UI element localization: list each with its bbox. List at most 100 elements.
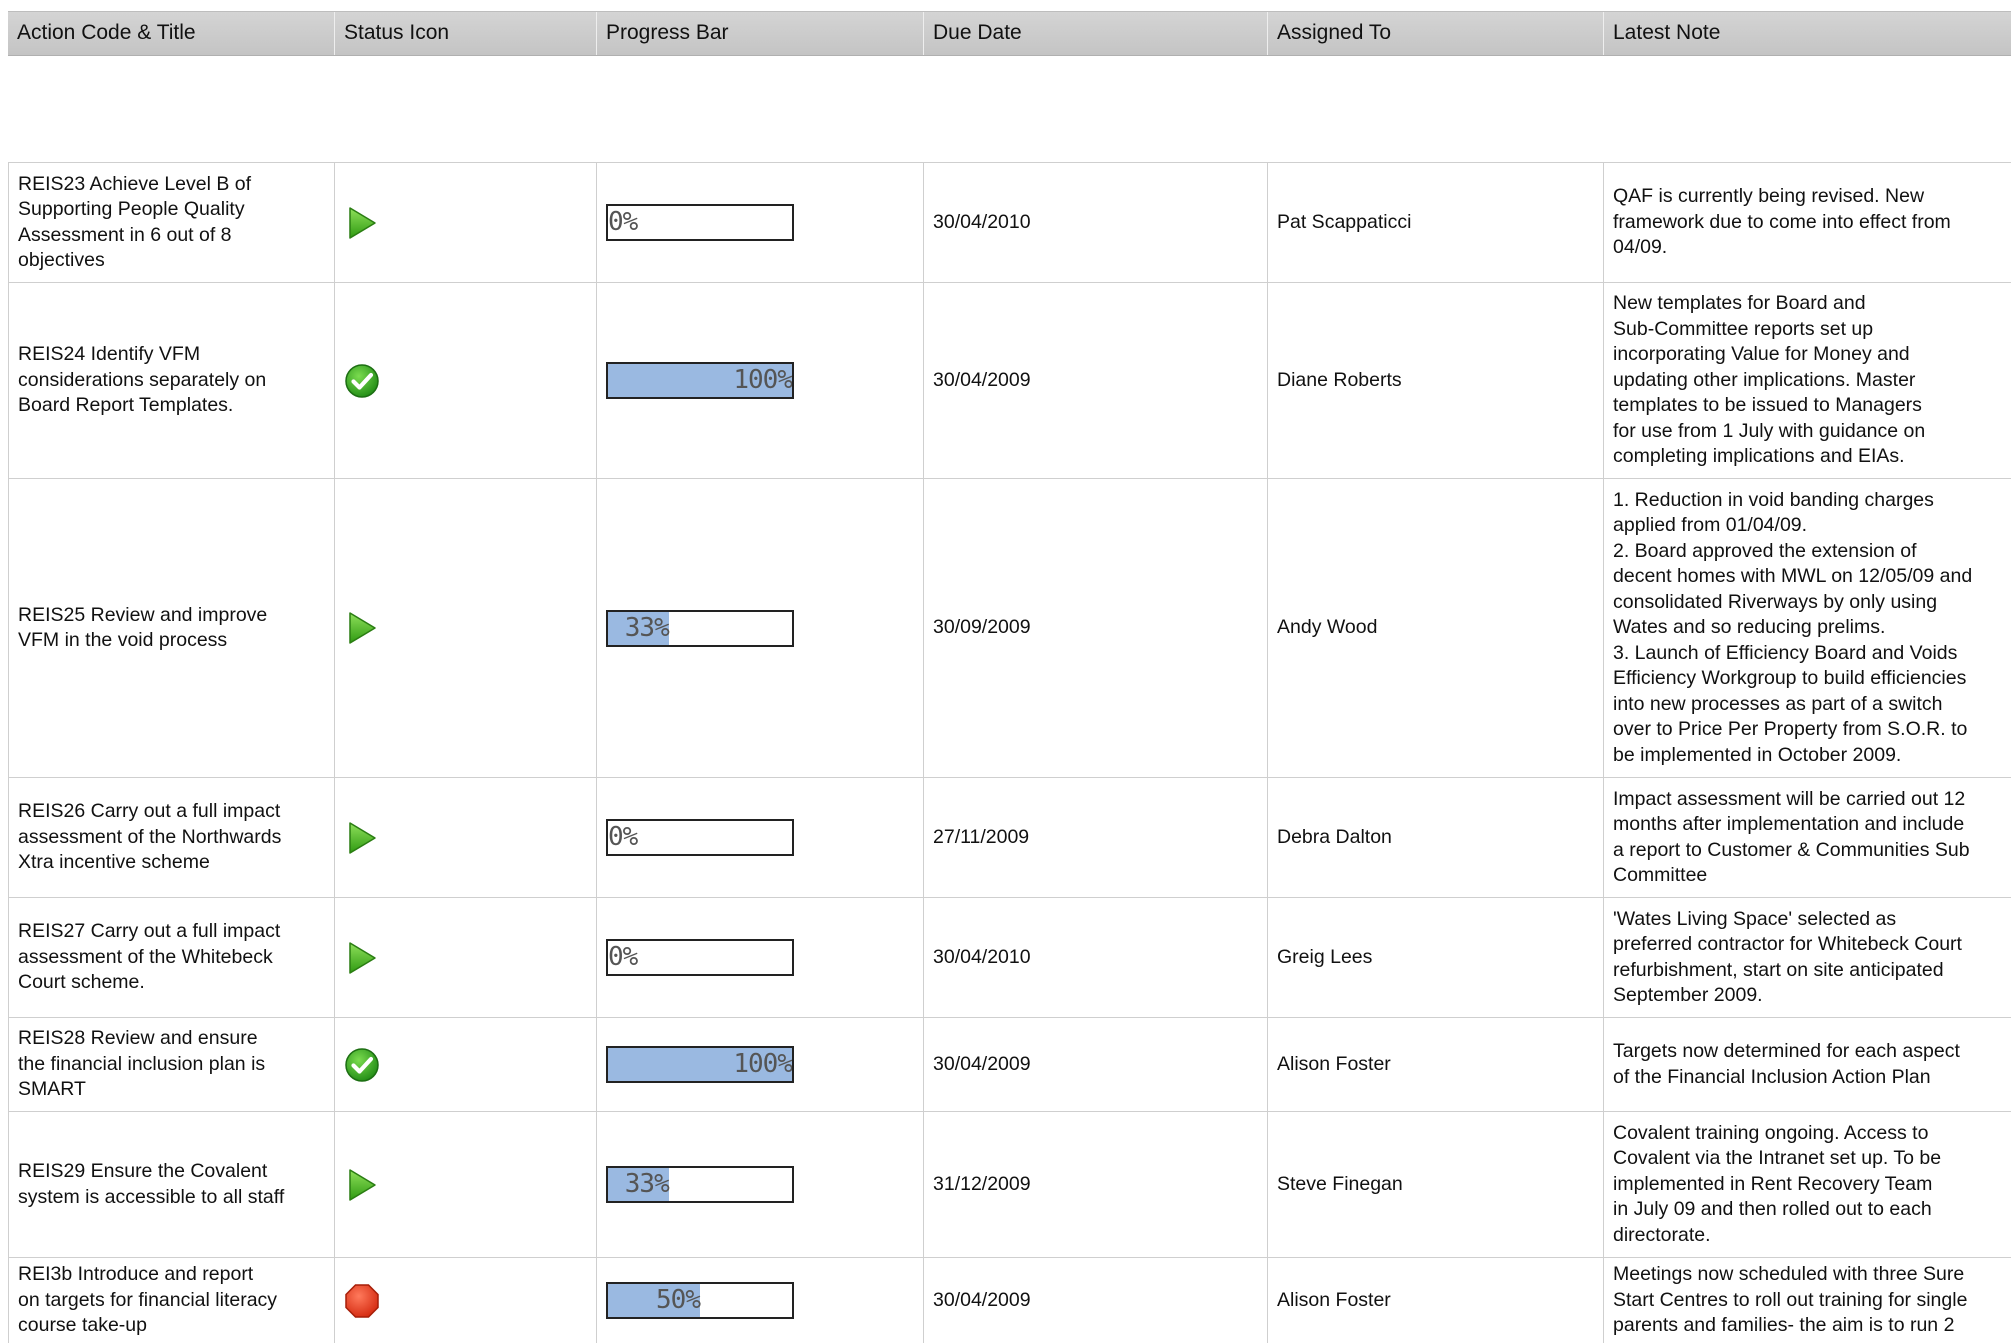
assigned-to: Pat Scappaticci [1277,210,1412,233]
progress-bar: 0% [606,819,794,856]
assigned-to: Alison Foster [1277,1052,1391,1075]
progress-label: 0% [608,207,638,237]
assigned-cell: Debra Dalton [1267,778,1603,897]
due-date-cell: 30/04/2009 [923,1258,1267,1343]
progress-cell: 50% [596,1258,923,1343]
action-plan-report: Action Code & Title Status Icon Progress… [0,0,2011,1343]
latest-note-cell: Covalent training ongoing. Access to Cov… [1603,1112,2011,1257]
column-header-note[interactable]: Latest Note [1603,12,2011,55]
due-date: 30/04/2009 [933,1052,1031,1075]
due-date-cell: 30/04/2010 [923,163,1267,282]
status-cell [334,163,596,282]
latest-note-cell: 'Wates Living Space' selected as preferr… [1603,898,2011,1017]
table-row[interactable]: REIS27 Carry out a full impact assessmen… [8,897,2011,1017]
action-title-cell: REI3b Introduce and report on targets fo… [8,1258,334,1343]
progress-cell: 33% [596,1112,923,1257]
column-header-action[interactable]: Action Code & Title [8,12,334,55]
status-cell [334,1258,596,1343]
action-title-cell: REIS23 Achieve Level B of Supporting Peo… [8,163,334,282]
column-header-status[interactable]: Status Icon [334,12,596,55]
due-date-cell: 30/04/2009 [923,283,1267,478]
progress-bar: 0% [606,204,794,241]
progress-bar: 100% [606,1046,794,1083]
play-icon [344,820,380,856]
action-title: REIS29 Ensure the Covalent system is acc… [18,1160,285,1208]
table-row[interactable]: REIS28 Review and ensure the financial i… [8,1017,2011,1111]
assigned-to: Andy Wood [1277,616,1378,639]
progress-label: 0% [608,942,638,972]
play-icon [344,1167,380,1203]
progress-cell: 0% [596,778,923,897]
progress-bar: 33% [606,1166,794,1203]
play-icon [344,205,380,241]
table-row[interactable]: REIS24 Identify VFM considerations separ… [8,282,2011,478]
action-title: REIS24 Identify VFM considerations separ… [18,343,267,417]
assigned-cell: Alison Foster [1267,1018,1603,1111]
due-date: 30/04/2010 [933,210,1031,233]
table-row[interactable]: REIS26 Carry out a full impact assessmen… [8,777,2011,897]
due-date-cell: 27/11/2009 [923,778,1267,897]
check-icon [344,363,380,399]
column-header-due-date[interactable]: Due Date [923,12,1267,55]
table-row[interactable]: REIS23 Achieve Level B of Supporting Peo… [8,162,2011,282]
status-cell [334,1112,596,1257]
progress-label: 33% [624,1169,670,1199]
progress-cell: 0% [596,163,923,282]
assigned-to: Debra Dalton [1277,825,1392,848]
assigned-cell: Greig Lees [1267,898,1603,1017]
table-row[interactable]: REIS29 Ensure the Covalent system is acc… [8,1111,2011,1257]
latest-note-cell: Targets now determined for each aspect o… [1603,1018,2011,1111]
latest-note-cell: Meetings now scheduled with three Sure S… [1603,1258,2011,1343]
latest-note: Targets now determined for each aspect o… [1613,1040,1960,1088]
action-title: REIS25 Review and improve VFM in the voi… [18,603,268,652]
due-date-cell: 30/04/2009 [923,1018,1267,1111]
latest-note: New templates for Board and Sub-Committe… [1613,292,1926,468]
due-date: 30/04/2009 [933,1288,1031,1311]
progress-label: 100% [733,1049,792,1079]
progress-label: 0% [608,822,638,852]
assigned-to: Alison Foster [1277,1288,1391,1311]
latest-note: Meetings now scheduled with three Sure S… [1613,1263,1968,1337]
status-cell [334,778,596,897]
due-date: 30/04/2009 [933,368,1031,391]
column-header-progress[interactable]: Progress Bar [596,12,923,55]
table-row[interactable]: REIS25 Review and improve VFM in the voi… [8,478,2011,777]
progress-bar: 50% [606,1282,794,1319]
action-title-cell: REIS26 Carry out a full impact assessmen… [8,778,334,897]
action-title: REIS28 Review and ensure the financial i… [18,1027,266,1101]
action-title-cell: REIS29 Ensure the Covalent system is acc… [8,1112,334,1257]
progress-label: 50% [656,1285,701,1315]
action-title-cell: REIS25 Review and improve VFM in the voi… [8,479,334,777]
action-title-cell: REIS28 Review and ensure the financial i… [8,1018,334,1111]
progress-cell: 33% [596,479,923,777]
assigned-cell: Diane Roberts [1267,283,1603,478]
action-title-cell: REIS24 Identify VFM considerations separ… [8,283,334,478]
latest-note: Covalent training ongoing. Access to Cov… [1613,1121,1942,1246]
latest-note: QAF is currently being revised. New fram… [1613,185,1951,259]
assigned-to: Greig Lees [1277,945,1373,968]
status-cell [334,479,596,777]
latest-note-cell: 1. Reduction in void banding charges app… [1603,479,2011,777]
latest-note: 'Wates Living Space' selected as preferr… [1613,907,1962,1007]
due-date-cell: 31/12/2009 [923,1112,1267,1257]
due-date: 31/12/2009 [933,1172,1031,1195]
assigned-to: Steve Finegan [1277,1172,1403,1195]
due-date: 27/11/2009 [933,825,1030,848]
status-cell [334,1018,596,1111]
progress-label: 100% [733,365,792,395]
assigned-cell: Pat Scappaticci [1267,163,1603,282]
action-title: REIS23 Achieve Level B of Supporting Peo… [18,172,252,272]
due-date: 30/09/2009 [933,616,1031,639]
play-icon [344,610,380,646]
due-date-cell: 30/09/2009 [923,479,1267,777]
assigned-to: Diane Roberts [1277,368,1402,391]
column-header-assigned[interactable]: Assigned To [1267,12,1603,55]
status-cell [334,898,596,1017]
latest-note-cell: QAF is currently being revised. New fram… [1603,163,2011,282]
assigned-cell: Andy Wood [1267,479,1603,777]
action-title: REIS26 Carry out a full impact assessmen… [18,800,282,874]
progress-bar: 33% [606,609,794,647]
latest-note: 1. Reduction in void banding charges app… [1613,488,1973,766]
due-date-cell: 30/04/2010 [923,898,1267,1017]
table-row[interactable]: REI3b Introduce and report on targets fo… [8,1257,2011,1343]
